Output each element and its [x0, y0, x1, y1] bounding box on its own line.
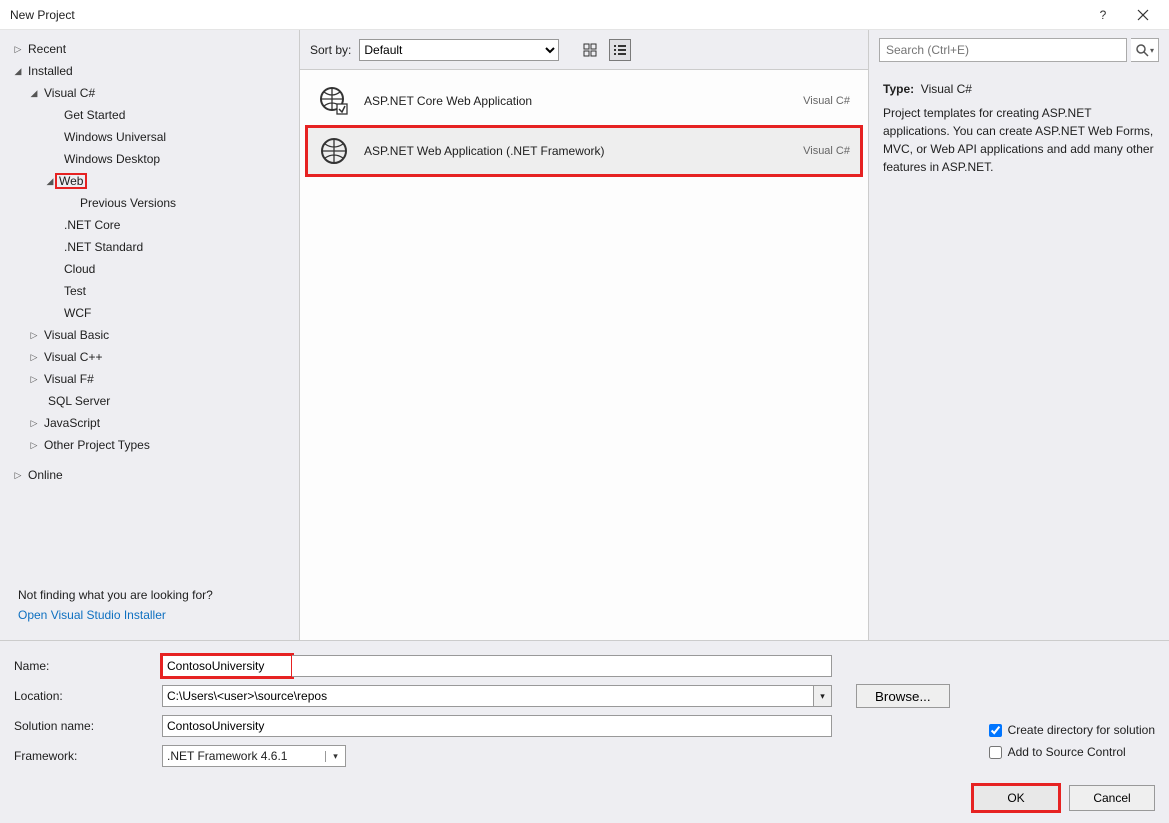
tree-cloud[interactable]: Cloud — [0, 258, 299, 280]
view-medium-icons-button[interactable] — [579, 39, 601, 61]
search-button[interactable]: ▾ — [1131, 38, 1159, 62]
create-dir-check[interactable] — [989, 724, 1002, 737]
cancel-button[interactable]: Cancel — [1069, 785, 1155, 811]
titlebar: New Project ? — [0, 0, 1169, 30]
chevron-down-icon: ◢ — [28, 88, 40, 99]
template-aspnet-framework[interactable]: ASP.NET Web Application (.NET Framework)… — [306, 126, 862, 176]
template-aspnet-core[interactable]: ASP.NET Core Web Application Visual C# — [306, 76, 862, 126]
template-list: ASP.NET Core Web Application Visual C# A… — [300, 70, 868, 182]
template-lang: Visual C# — [803, 145, 850, 157]
framework-label: Framework: — [14, 749, 162, 763]
create-dir-checkbox[interactable]: Create directory for solution — [989, 723, 1155, 737]
search-input[interactable] — [879, 38, 1127, 62]
chevron-right-icon: ▷ — [28, 352, 40, 363]
sort-by-label: Sort by: — [310, 43, 351, 57]
chevron-right-icon: ▷ — [28, 330, 40, 341]
tree-visual-cpp[interactable]: ▷Visual C++ — [0, 346, 299, 368]
globe-icon — [318, 135, 350, 167]
name-input[interactable] — [162, 655, 292, 677]
location-label: Location: — [14, 689, 162, 703]
chevron-right-icon: ▷ — [12, 44, 24, 55]
chevron-right-icon: ▷ — [28, 440, 40, 451]
type-value: Visual C# — [921, 82, 972, 96]
add-source-control-checkbox[interactable]: Add to Source Control — [989, 745, 1155, 759]
info-panel: ▾ Type: Visual C# Project templates for … — [869, 30, 1169, 640]
search-bar: ▾ — [869, 30, 1169, 70]
framework-select[interactable]: .NET Framework 4.6.1 ▾ — [162, 745, 346, 767]
chevron-down-icon: ◢ — [44, 176, 56, 187]
tree-previous-versions[interactable]: Previous Versions — [0, 192, 299, 214]
solution-name-label: Solution name: — [14, 719, 162, 733]
template-name: ASP.NET Core Web Application — [364, 94, 789, 108]
chevron-right-icon: ▷ — [12, 470, 24, 481]
tree-visual-fsharp[interactable]: ▷Visual F# — [0, 368, 299, 390]
description-text: Project templates for creating ASP.NET a… — [883, 104, 1155, 176]
tree-net-core[interactable]: .NET Core — [0, 214, 299, 236]
tree-get-started[interactable]: Get Started — [0, 104, 299, 126]
bottom-form: Name: Location: ▾ Browse... Solution nam… — [0, 640, 1169, 823]
name-label: Name: — [14, 659, 162, 673]
sidebar-footer: Not finding what you are looking for? Op… — [0, 578, 299, 632]
tree-other-types[interactable]: ▷Other Project Types — [0, 434, 299, 456]
tree-installed[interactable]: ◢ Installed — [0, 60, 299, 82]
chevron-down-icon: ◢ — [12, 66, 24, 77]
templates-panel: Sort by: Default ASP.NET Core Web Applic… — [300, 30, 869, 640]
globe-icon — [318, 85, 350, 117]
chevron-down-icon: ▾ — [325, 751, 345, 762]
browse-button[interactable]: Browse... — [856, 684, 950, 708]
view-list-button[interactable] — [609, 39, 631, 61]
ok-button[interactable]: OK — [973, 785, 1059, 811]
tree-net-standard[interactable]: .NET Standard — [0, 236, 299, 258]
sort-by-select[interactable]: Default — [359, 39, 559, 61]
close-button[interactable] — [1123, 1, 1163, 29]
tree-sql-server[interactable]: SQL Server — [0, 390, 299, 412]
templates-toolbar: Sort by: Default — [300, 30, 868, 70]
sidebar: ▷ Recent ◢ Installed ◢ Visual C# Get Sta… — [0, 30, 300, 640]
template-lang: Visual C# — [803, 95, 850, 107]
help-button[interactable]: ? — [1083, 1, 1123, 29]
not-finding-text: Not finding what you are looking for? — [18, 588, 281, 602]
tree-windows-universal[interactable]: Windows Universal — [0, 126, 299, 148]
template-name: ASP.NET Web Application (.NET Framework) — [364, 144, 789, 158]
chevron-right-icon: ▷ — [28, 418, 40, 429]
name-input-ext[interactable] — [292, 655, 832, 677]
template-description: Type: Visual C# Project templates for cr… — [869, 70, 1169, 186]
open-installer-link[interactable]: Open Visual Studio Installer — [18, 608, 281, 622]
type-label: Type: — [883, 82, 914, 96]
main-area: ▷ Recent ◢ Installed ◢ Visual C# Get Sta… — [0, 30, 1169, 640]
tree-visual-csharp[interactable]: ◢ Visual C# — [0, 82, 299, 104]
tree-javascript[interactable]: ▷JavaScript — [0, 412, 299, 434]
solution-name-input[interactable] — [162, 715, 832, 737]
tree-wcf[interactable]: WCF — [0, 302, 299, 324]
tree-windows-desktop[interactable]: Windows Desktop — [0, 148, 299, 170]
add-source-check[interactable] — [989, 746, 1002, 759]
tree-online[interactable]: ▷ Online — [0, 464, 299, 486]
tree-visual-basic[interactable]: ▷Visual Basic — [0, 324, 299, 346]
project-tree: ▷ Recent ◢ Installed ◢ Visual C# Get Sta… — [0, 38, 299, 578]
location-dropdown[interactable]: ▾ — [814, 685, 832, 707]
tree-test[interactable]: Test — [0, 280, 299, 302]
chevron-right-icon: ▷ — [28, 374, 40, 385]
window-title: New Project — [10, 8, 75, 22]
tree-web[interactable]: ◢ Web — [0, 170, 299, 192]
location-input[interactable] — [162, 685, 814, 707]
tree-recent[interactable]: ▷ Recent — [0, 38, 299, 60]
